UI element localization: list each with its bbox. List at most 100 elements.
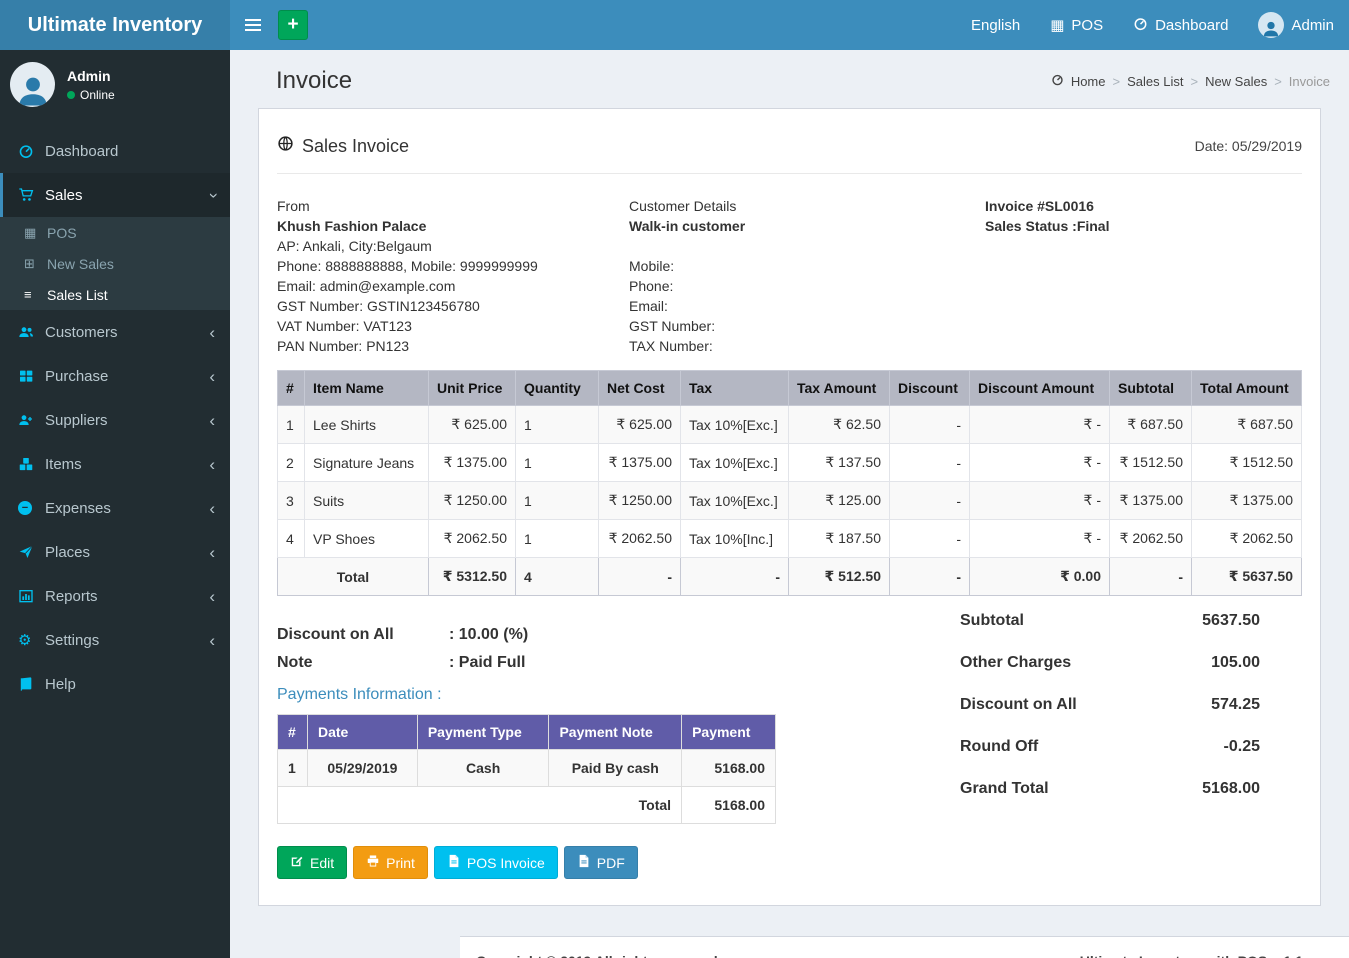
footer-copyright: Copyright © 2019 All rights reserved. [476, 953, 722, 958]
plus-square-icon: ⊞ [24, 256, 47, 272]
calculator-icon: ▦ [24, 225, 47, 241]
app-logo[interactable]: Ultimate Inventory [0, 0, 230, 50]
print-button[interactable]: Print [353, 846, 428, 879]
book-icon [18, 676, 45, 692]
pdf-button[interactable]: PDF [564, 846, 638, 879]
note-label: Note [277, 654, 449, 672]
cell: ₹ 1512.50 [1192, 444, 1302, 482]
printer-icon [366, 854, 380, 871]
sidebar-item-sales[interactable]: Sales ‹ [0, 173, 230, 217]
from-vat: VAT Number: VAT123 [277, 316, 629, 336]
sidebar-item-settings[interactable]: ⚙ Settings ‹ [0, 618, 230, 662]
sidebar-item-sales-list[interactable]: ≡ Sales List [0, 279, 230, 310]
cell: - [890, 482, 970, 520]
cell: 1 [516, 444, 599, 482]
from-block: From Khush Fashion Palace AP: Ankali, Ci… [277, 196, 629, 356]
sidebar-item-dashboard[interactable]: Dashboard [0, 129, 230, 173]
customer-phone: Phone: [629, 276, 985, 296]
breadcrumb: Home > Sales List > New Sales > Invoice [1051, 73, 1330, 89]
home-icon [1051, 73, 1064, 89]
grand-total-value: 5168.00 [1202, 780, 1260, 798]
sidebar-item-label: Purchase [45, 368, 108, 385]
sidebar-item-label: Places [45, 544, 90, 561]
discount-on-all-label: Discount on All [277, 626, 449, 644]
sidebar-item-places[interactable]: Places ‹ [0, 530, 230, 574]
cell: 5168.00 [682, 787, 776, 824]
sidebar-item-purchase[interactable]: Purchase ‹ [0, 354, 230, 398]
cell: Tax 10%[Exc.] [681, 406, 789, 444]
table-row: 3 Suits ₹ 1250.00 1 ₹ 1250.00 Tax 10%[Ex… [278, 482, 1302, 520]
cell: 1 [278, 750, 308, 787]
sidebar-item-expenses[interactable]: − Expenses ‹ [0, 486, 230, 530]
cell: ₹ 625.00 [429, 406, 516, 444]
cell: - [599, 558, 681, 596]
avatar [10, 62, 55, 107]
cell: 5168.00 [682, 750, 776, 787]
print-button-label: Print [386, 855, 415, 871]
nav-pos[interactable]: ▦ POS [1035, 0, 1118, 50]
edit-button[interactable]: Edit [277, 846, 347, 879]
breadcrumb-new-sales[interactable]: New Sales [1205, 74, 1267, 89]
chevron-left-icon: ‹ [209, 632, 215, 649]
nav-user-menu[interactable]: Admin [1243, 0, 1349, 50]
cell: ₹ 1250.00 [429, 482, 516, 520]
totals-summary: Subtotal 5637.50 Other Charges 105.00 Di… [960, 612, 1260, 822]
cell: - [890, 406, 970, 444]
sidebar-item-items[interactable]: Items ‹ [0, 442, 230, 486]
cell: - [890, 444, 970, 482]
cell: ₹ 1375.00 [599, 444, 681, 482]
col-header: Unit Price [429, 371, 516, 406]
col-header: # [278, 715, 308, 750]
sidebar-item-label: Dashboard [45, 143, 118, 160]
customer-mobile: Mobile: [629, 256, 985, 276]
round-off-value: -0.25 [1224, 738, 1260, 756]
gears-icon: ⚙ [18, 631, 45, 649]
file-pdf-icon [577, 854, 591, 871]
sidebar-item-pos[interactable]: ▦ POS [0, 217, 230, 248]
table-row: 4 VP Shoes ₹ 2062.50 1 ₹ 2062.50 Tax 10%… [278, 520, 1302, 558]
sidebar: Admin Online Dashboard Sales ‹ ▦ POS ⊞ N… [0, 50, 230, 958]
list-icon: ≡ [24, 287, 47, 302]
note-value: : Paid Full [449, 654, 525, 672]
payments-heading: Payments Information : [277, 686, 777, 704]
col-header: Date [307, 715, 417, 750]
discount-on-all-value: : 10.00 (%) [449, 626, 528, 644]
cell: Tax 10%[Exc.] [681, 444, 789, 482]
breadcrumb-sales-list[interactable]: Sales List [1127, 74, 1183, 89]
breadcrumb-home[interactable]: Home [1071, 74, 1106, 89]
sidebar-item-suppliers[interactable]: Suppliers ‹ [0, 398, 230, 442]
sidebar-item-label: Expenses [45, 500, 111, 517]
subtotal-value: 5637.50 [1202, 612, 1260, 630]
sidebar-user-name: Admin [67, 68, 115, 84]
sidebar-item-new-sales[interactable]: ⊞ New Sales [0, 248, 230, 279]
other-charges-label: Other Charges [960, 654, 1071, 672]
quick-add-button[interactable]: + [278, 10, 308, 40]
items-header-row: # Item Name Unit Price Quantity Net Cost… [278, 371, 1302, 406]
sidebar-user-status[interactable]: Online [80, 88, 115, 102]
nav-pos-label: POS [1071, 17, 1103, 34]
sidebar-user-panel: Admin Online [0, 50, 230, 121]
from-name: Khush Fashion Palace [277, 216, 629, 236]
sidebar-item-help[interactable]: Help [0, 662, 230, 706]
sidebar-toggle-button[interactable] [230, 0, 276, 50]
cell: Cash [417, 750, 549, 787]
cell: VP Shoes [305, 520, 429, 558]
nav-user-label: Admin [1291, 17, 1334, 34]
nav-dashboard[interactable]: Dashboard [1118, 0, 1243, 50]
cell: ₹ 62.50 [789, 406, 890, 444]
cell: ₹ 1375.00 [429, 444, 516, 482]
nav-language[interactable]: English [956, 0, 1035, 50]
sidebar-item-reports[interactable]: Reports ‹ [0, 574, 230, 618]
plus-icon: + [287, 14, 298, 36]
cell: 1 [516, 406, 599, 444]
table-row: 2 Signature Jeans ₹ 1375.00 1 ₹ 1375.00 … [278, 444, 1302, 482]
from-email: Email: admin@example.com [277, 276, 629, 296]
users-icon [18, 324, 45, 340]
sales-submenu: ▦ POS ⊞ New Sales ≡ Sales List [0, 217, 230, 310]
sidebar-item-customers[interactable]: Customers ‹ [0, 310, 230, 354]
cell: ₹ 0.00 [970, 558, 1110, 596]
pos-invoice-button[interactable]: POS Invoice [434, 846, 558, 879]
invoice-panel: Sales Invoice Date: 05/29/2019 From Khus… [258, 108, 1321, 906]
calculator-icon: ▦ [1050, 18, 1064, 33]
cell: - [681, 558, 789, 596]
